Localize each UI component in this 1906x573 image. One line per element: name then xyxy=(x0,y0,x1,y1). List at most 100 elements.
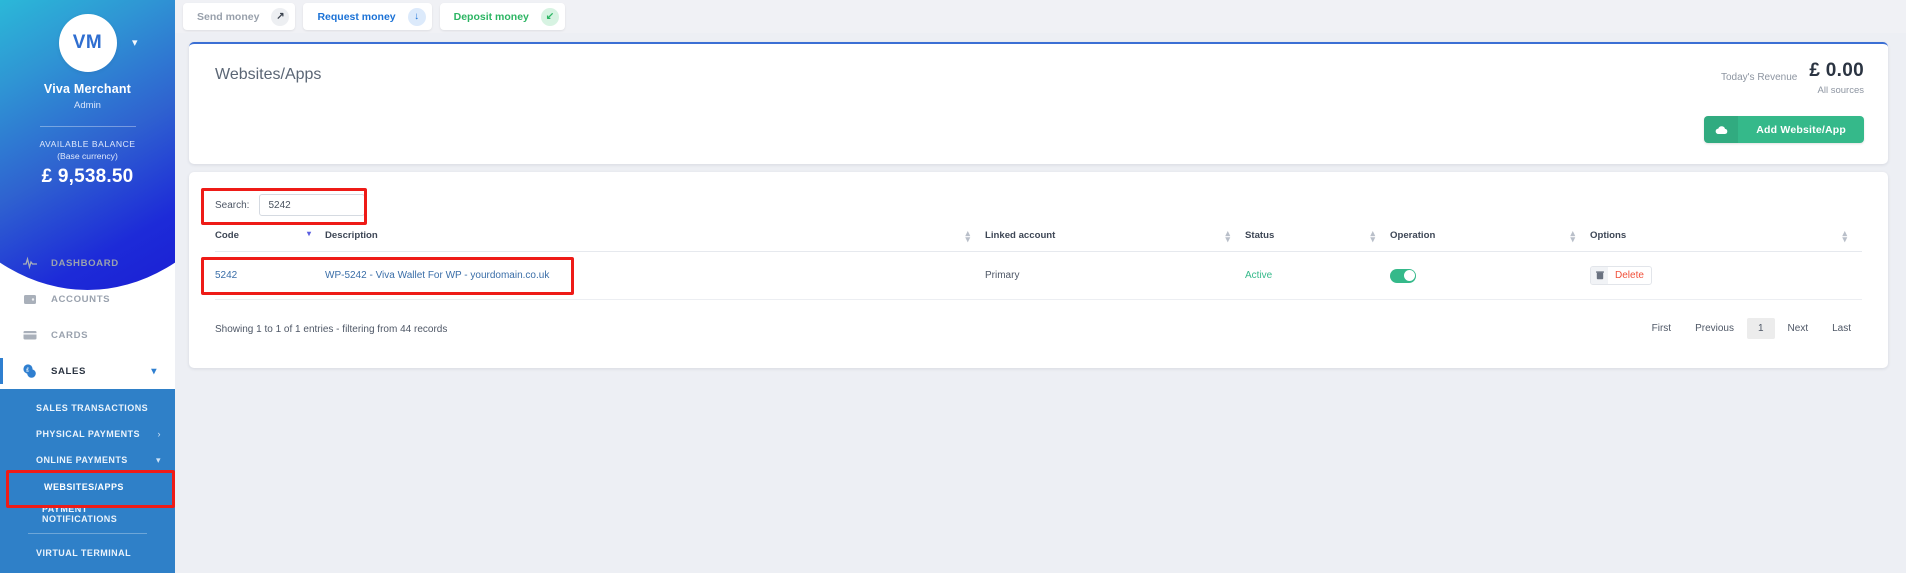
avatar-wrap: VM ▾ xyxy=(58,14,138,72)
arrow-up-right-icon: ↗ xyxy=(271,7,290,26)
column-label: Linked account xyxy=(985,230,1056,241)
revenue-label: Today's Revenue xyxy=(1720,72,1798,83)
sidebar-item-dashboard[interactable]: DASHBOARD xyxy=(0,245,175,281)
search-input[interactable] xyxy=(259,194,366,216)
sidebar-item-label: ONLINE PAYMENTS xyxy=(36,455,128,465)
cloud-icon xyxy=(1704,116,1739,143)
search-label: Search: xyxy=(215,199,250,211)
deposit-money-button[interactable]: Deposit money ↙ xyxy=(439,3,565,30)
add-website-app-button[interactable]: Add Website/App xyxy=(1704,116,1864,143)
sidebar-item-label: SALES xyxy=(51,365,86,377)
table-row[interactable]: 5242 WP-5242 - Viva Wallet For WP - your… xyxy=(215,251,1862,300)
table-footer-info: Showing 1 to 1 of 1 entries - filtering … xyxy=(215,324,448,335)
app-root: VM ▾ Viva Merchant Admin AVAILABLE BALAN… xyxy=(0,0,1906,573)
avatar[interactable]: VM xyxy=(58,14,117,72)
request-money-button[interactable]: Request money ↓ xyxy=(303,3,432,30)
column-header-operation[interactable]: Operation ▴ ▾ xyxy=(1390,229,1590,252)
pagination-next[interactable]: Next xyxy=(1777,318,1820,339)
sort-icon[interactable]: ▴ ▾ xyxy=(1570,229,1576,244)
page-header-card: Websites/Apps Today's Revenue £ 0.00 All… xyxy=(189,42,1888,164)
request-money-label: Request money xyxy=(317,10,396,23)
sidebar-item-websites-apps[interactable]: WEBSITES/APPS xyxy=(0,473,175,501)
chevron-down-icon[interactable]: ▾ xyxy=(132,36,138,49)
table-head: Code ▾ Description ▴ ▾ Linked account ▴ ▾ … xyxy=(215,229,1862,252)
send-money-label: Send money xyxy=(197,10,260,23)
table-body: 5242 WP-5242 - Viva Wallet For WP - your… xyxy=(215,251,1862,300)
table-header-row: Code ▾ Description ▴ ▾ Linked account ▴ ▾ … xyxy=(215,229,1862,252)
revenue-values: £ 0.00 All sources xyxy=(1809,60,1864,96)
sidebar-item-virtual-terminal[interactable]: VIRTUAL TERMINAL xyxy=(0,540,175,566)
arrow-down-left-icon: ↙ xyxy=(540,7,559,26)
cell-code[interactable]: 5242 xyxy=(215,251,325,300)
add-website-app-label: Add Website/App xyxy=(1756,123,1846,136)
balance-currency-note: (Base currency) xyxy=(57,151,118,161)
todays-revenue-block: Today's Revenue £ 0.00 All sources xyxy=(1721,60,1864,96)
chevron-down-icon[interactable]: ▾ xyxy=(151,366,157,377)
sidebar-item-accounts[interactable]: ACCOUNTS xyxy=(0,281,175,317)
sort-icon[interactable]: ▴ ▾ xyxy=(1842,229,1848,244)
column-label: Code xyxy=(215,230,239,241)
delete-button[interactable]: Delete xyxy=(1590,266,1652,285)
column-label: Operation xyxy=(1390,230,1436,241)
profile-section: VM ▾ Viva Merchant Admin AVAILABLE BALAN… xyxy=(0,0,175,188)
arrow-down-icon: ↓ xyxy=(407,7,426,26)
pagination-first[interactable]: First xyxy=(1641,318,1682,339)
sales-icon: £ xyxy=(22,363,37,379)
wallet-icon xyxy=(22,292,37,307)
cell-description[interactable]: WP-5242 - Viva Wallet For WP - yourdomai… xyxy=(325,251,985,300)
sidebar-nav: DASHBOARD ACCOUNTS CARDS £ SALES ▾ SALES… xyxy=(0,245,175,573)
column-header-options[interactable]: Options ▴ ▾ xyxy=(1590,229,1862,252)
chevron-down-icon: ▾ xyxy=(156,454,161,465)
sort-icon[interactable]: ▴ ▾ xyxy=(1225,229,1231,244)
pagination-last[interactable]: Last xyxy=(1821,318,1862,339)
sidebar-item-label: VIRTUAL TERMINAL xyxy=(36,548,132,558)
sidebar-item-label: SALES TRANSACTIONS xyxy=(36,403,149,413)
chevron-right-icon: › xyxy=(157,429,161,439)
revenue-sources: All sources xyxy=(1817,85,1864,96)
sidebar-item-online-payments[interactable]: ONLINE PAYMENTS ▾ xyxy=(0,447,175,473)
column-label: Status xyxy=(1245,230,1275,241)
column-header-status[interactable]: Status ▴ ▾ xyxy=(1245,229,1390,252)
balance-label: AVAILABLE BALANCE xyxy=(39,139,136,149)
cell-options: Delete xyxy=(1590,251,1862,300)
sidebar-submenu-sales: SALES TRANSACTIONS PHYSICAL PAYMENTS › O… xyxy=(0,389,175,573)
sidebar-item-label: PHYSICAL PAYMENTS xyxy=(36,429,141,439)
column-header-code[interactable]: Code ▾ xyxy=(215,230,325,252)
sidebar-item-payment-notifications[interactable]: PAYMENT NOTIFICATIONS xyxy=(0,501,175,527)
revenue-amount: £ 0.00 xyxy=(1809,60,1864,81)
websites-apps-table-card: Search: Code ▾ Description ▴▾ Linked acc… xyxy=(189,172,1888,368)
profile-name: Viva Merchant xyxy=(43,82,132,96)
sidebar-item-label: PAYMENT NOTIFICATIONS xyxy=(42,504,118,524)
balance-amount: £ 9,538.50 xyxy=(41,166,134,187)
sidebar-item-sales[interactable]: £ SALES ▾ xyxy=(0,353,175,389)
cell-operation xyxy=(1390,251,1590,300)
sidebar-item-label: ACCOUNTS xyxy=(51,293,111,305)
sort-icon[interactable]: ▴ ▾ xyxy=(1370,229,1376,244)
send-money-button[interactable]: Send money ↗ xyxy=(183,3,296,30)
sidebar-item-physical-payments[interactable]: PHYSICAL PAYMENTS › xyxy=(0,421,175,447)
divider xyxy=(39,126,136,127)
operation-toggle[interactable] xyxy=(1390,268,1416,283)
sidebar-item-sales-transactions[interactable]: SALES TRANSACTIONS xyxy=(0,395,175,421)
deposit-money-label: Deposit money xyxy=(453,10,529,23)
pulse-icon xyxy=(22,256,37,271)
pagination: First Previous 1 Next Last xyxy=(1641,318,1862,339)
search-row: Search: xyxy=(215,194,366,216)
delete-label: Delete xyxy=(1615,270,1644,281)
column-label: Options xyxy=(1590,230,1627,241)
sort-icon[interactable]: ▾ xyxy=(307,230,311,238)
card-icon xyxy=(22,328,37,343)
svg-text:£: £ xyxy=(26,367,30,373)
column-header-description[interactable]: Description ▴ ▾ xyxy=(325,229,985,252)
page-title: Websites/Apps xyxy=(215,66,322,83)
trash-icon xyxy=(1591,267,1608,284)
sidebar-item-label: DASHBOARD xyxy=(51,257,119,269)
pagination-page-1[interactable]: 1 xyxy=(1746,318,1775,339)
column-label: Description xyxy=(325,230,378,241)
topbar: Send money ↗ Request money ↓ Deposit mon… xyxy=(175,0,1906,33)
pagination-previous[interactable]: Previous xyxy=(1684,318,1745,339)
column-header-linked-account[interactable]: Linked account ▴ ▾ xyxy=(985,229,1245,252)
sidebar-item-cards[interactable]: CARDS xyxy=(0,317,175,353)
sort-icon[interactable]: ▴ ▾ xyxy=(965,229,971,244)
cell-linked-account: Primary xyxy=(985,251,1245,300)
